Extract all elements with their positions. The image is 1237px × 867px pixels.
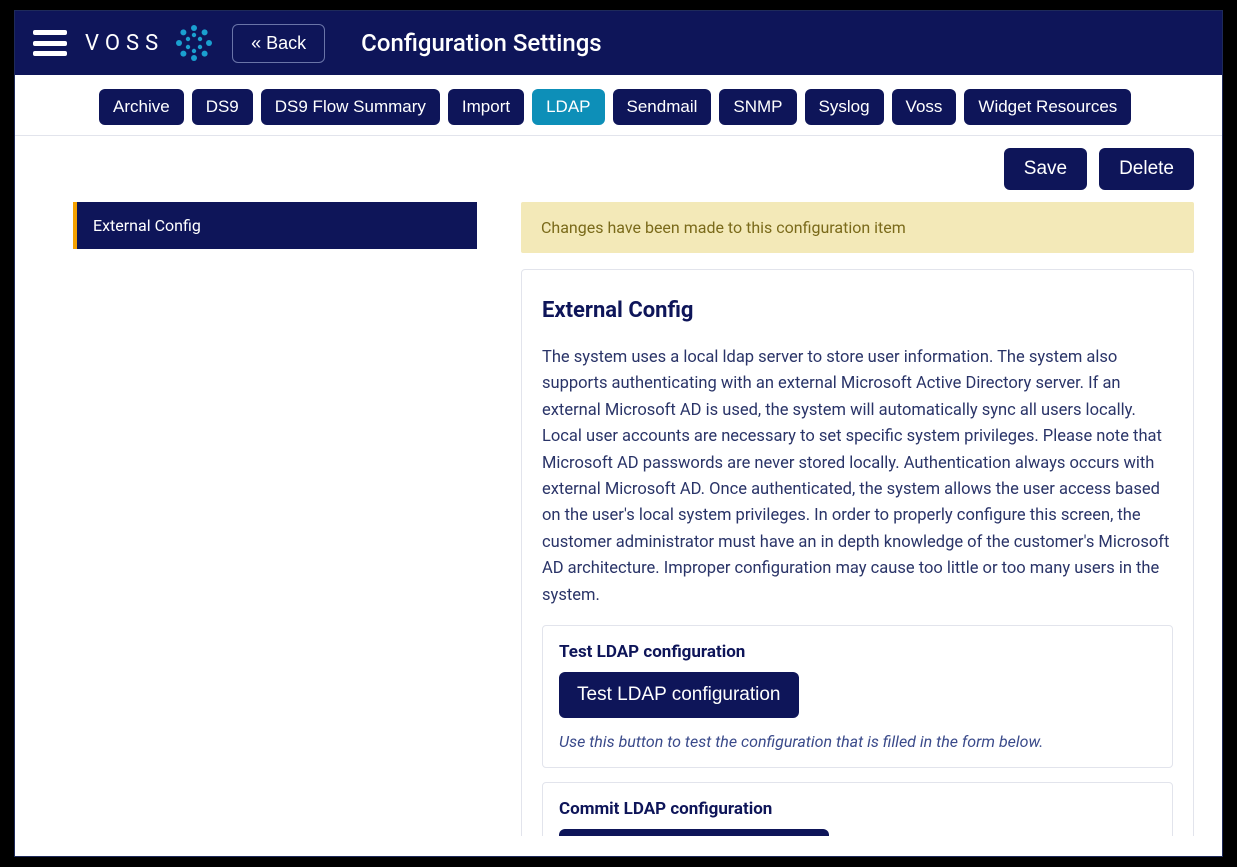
test-ldap-title: Test LDAP configuration [559, 642, 1156, 662]
tab-syslog[interactable]: Syslog [805, 89, 884, 125]
logo: VOSS [85, 23, 214, 63]
content-area: External Config Changes have been made t… [15, 202, 1222, 856]
commit-ldap-card: Commit LDAP configuration Commit LDAP co… [542, 782, 1173, 836]
tab-widget-resources[interactable]: Widget Resources [964, 89, 1131, 125]
panel-card: External Config The system uses a local … [521, 269, 1194, 836]
actions-row: Save Delete [15, 136, 1222, 202]
panel-description: The system uses a local ldap server to s… [542, 345, 1173, 609]
notice-bar: Changes have been made to this configura… [521, 202, 1194, 253]
test-ldap-card: Test LDAP configuration Test LDAP config… [542, 625, 1173, 768]
tabs-row: Archive DS9 DS9 Flow Summary Import LDAP… [15, 75, 1222, 136]
topbar: VOSS [15, 11, 1222, 75]
test-ldap-button[interactable]: Test LDAP configuration [559, 672, 799, 718]
tab-voss[interactable]: Voss [892, 89, 957, 125]
menu-icon[interactable] [33, 30, 67, 56]
panel-heading: External Config [542, 298, 1173, 323]
sidebar: External Config [73, 202, 477, 836]
tab-ds9-flow-summary[interactable]: DS9 Flow Summary [261, 89, 440, 125]
tab-ldap[interactable]: LDAP [532, 89, 604, 125]
sidebar-item-label: External Config [93, 216, 201, 235]
tab-sendmail[interactable]: Sendmail [613, 89, 712, 125]
commit-ldap-button[interactable]: Commit LDAP configuration [559, 829, 829, 836]
back-button[interactable]: « Back [232, 24, 325, 63]
main-panel: Changes have been made to this configura… [521, 202, 1194, 836]
tab-ds9[interactable]: DS9 [192, 89, 253, 125]
test-ldap-hint: Use this button to test the configuratio… [559, 732, 1156, 751]
commit-ldap-title: Commit LDAP configuration [559, 799, 1156, 819]
delete-button[interactable]: Delete [1099, 148, 1194, 190]
tab-archive[interactable]: Archive [99, 89, 184, 125]
logo-icon [174, 23, 214, 63]
sidebar-item-external-config[interactable]: External Config [73, 202, 477, 249]
save-button[interactable]: Save [1004, 148, 1087, 190]
tab-snmp[interactable]: SNMP [719, 89, 796, 125]
logo-text: VOSS [85, 31, 164, 56]
page-title: Configuration Settings [361, 29, 601, 57]
tab-import[interactable]: Import [448, 89, 524, 125]
